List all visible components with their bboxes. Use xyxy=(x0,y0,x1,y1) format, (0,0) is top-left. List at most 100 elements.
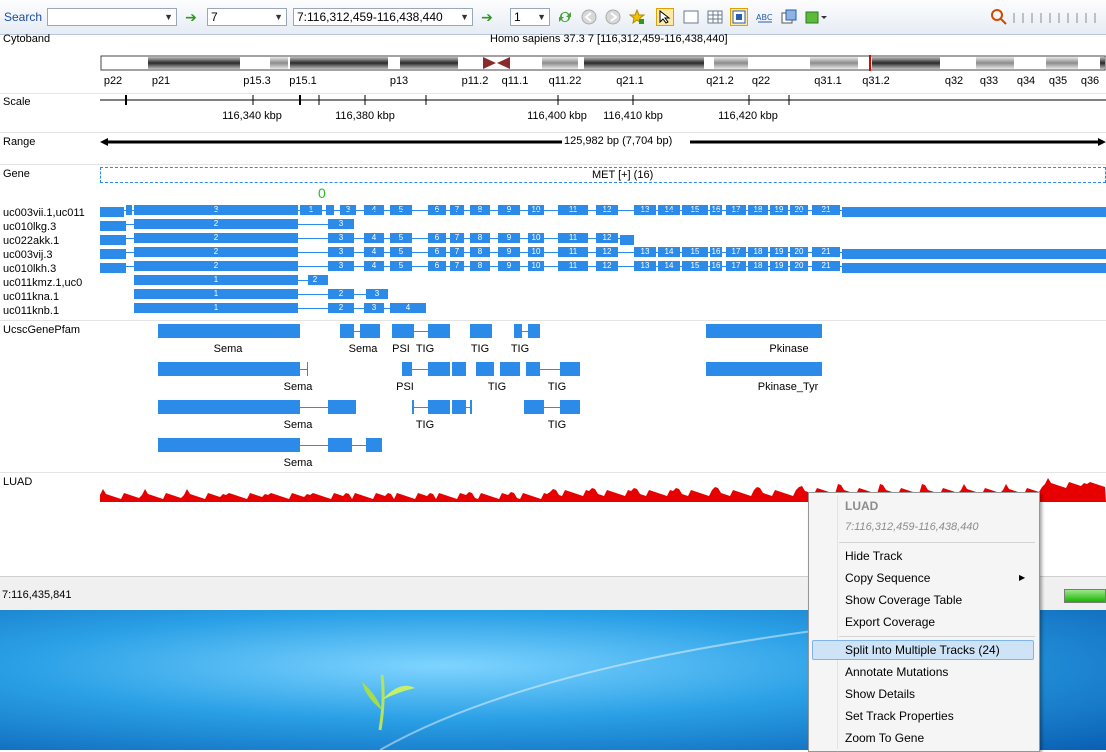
exon[interactable]: 3 xyxy=(328,233,354,243)
pfam-domain[interactable] xyxy=(328,400,356,414)
exon[interactable] xyxy=(842,263,1106,273)
exon[interactable]: 2 xyxy=(134,247,298,257)
exon[interactable]: 6 xyxy=(428,261,446,271)
pfam-domain[interactable] xyxy=(402,362,412,376)
exon[interactable]: 3 xyxy=(328,247,354,257)
menu-item-show-details[interactable]: Show Details xyxy=(845,687,915,701)
pfam-domain[interactable] xyxy=(706,324,724,338)
pfam-domain[interactable] xyxy=(724,362,822,376)
pfam-domain[interactable] xyxy=(526,362,540,376)
back-button[interactable] xyxy=(580,8,598,26)
menu-item-zoom-to-gene[interactable]: Zoom To Gene xyxy=(845,731,924,745)
exon[interactable]: 4 xyxy=(364,233,384,243)
menu-item-annotate-mutations[interactable]: Annotate Mutations xyxy=(845,665,948,679)
exon[interactable] xyxy=(322,275,328,285)
pfam-domain[interactable] xyxy=(428,362,450,376)
go-locus-button[interactable]: ➔ xyxy=(478,8,496,26)
pfam-domain[interactable] xyxy=(158,362,300,376)
exon[interactable]: 10 xyxy=(528,247,544,257)
exon[interactable]: 16 xyxy=(710,247,722,257)
exon[interactable] xyxy=(620,235,634,245)
chevron-down-icon[interactable]: ▼ xyxy=(460,9,469,25)
locus-combo[interactable]: 7:116,312,459-116,438,440 ▼ xyxy=(293,8,473,26)
pfam-domain[interactable] xyxy=(340,324,354,338)
pfam-track[interactable]: Sema Sema PSI TIG TIG TIG Pkinase Sema P… xyxy=(0,320,1106,472)
exon[interactable]: 20 xyxy=(790,247,808,257)
pfam-domain[interactable] xyxy=(560,400,580,414)
pfam-domain[interactable] xyxy=(158,438,300,452)
exon[interactable]: 13 xyxy=(634,247,656,257)
pfam-domain[interactable] xyxy=(307,362,308,376)
luad-track-label[interactable]: LUAD xyxy=(3,476,32,488)
exon[interactable]: 17 xyxy=(726,247,746,257)
add-favorite-button[interactable] xyxy=(628,8,646,26)
exon[interactable]: 11 xyxy=(558,233,588,243)
exon[interactable]: 21 xyxy=(812,247,840,257)
exon[interactable]: 4 xyxy=(390,303,426,313)
exon[interactable]: 18 xyxy=(748,247,768,257)
pfam-domain[interactable] xyxy=(158,324,300,338)
exon[interactable] xyxy=(100,263,126,273)
menu-item-set-track-properties[interactable]: Set Track Properties xyxy=(845,709,954,723)
exon[interactable]: 11 xyxy=(558,247,588,257)
exon[interactable]: 13 xyxy=(634,261,656,271)
menu-item-hide-track[interactable]: Hide Track xyxy=(845,549,902,563)
exon[interactable]: 19 xyxy=(770,247,788,257)
pfam-domain[interactable] xyxy=(724,324,822,338)
exon[interactable]: 8 xyxy=(470,233,490,243)
fit-view-button[interactable] xyxy=(730,8,748,26)
exon[interactable]: 11 xyxy=(558,261,588,271)
exon[interactable]: 21 xyxy=(812,261,840,271)
exon[interactable]: 2 xyxy=(328,289,354,299)
exon[interactable]: 3 xyxy=(364,303,384,313)
menu-item-copy-sequence[interactable]: Copy Sequence xyxy=(845,571,930,585)
exon[interactable]: 12 xyxy=(596,233,618,243)
pfam-domain[interactable] xyxy=(560,362,580,376)
exon[interactable]: 19 xyxy=(770,261,788,271)
exon[interactable]: 5 xyxy=(390,261,412,271)
cytoband-ideogram[interactable] xyxy=(100,55,1106,71)
exon[interactable]: 16 xyxy=(710,261,722,271)
pfam-domain[interactable] xyxy=(528,324,540,338)
exon[interactable]: 9 xyxy=(498,261,520,271)
exon[interactable]: 12 xyxy=(596,247,618,257)
exon[interactable]: 14 xyxy=(658,247,680,257)
exon[interactable]: 7 xyxy=(450,247,464,257)
exon[interactable]: 5 xyxy=(390,247,412,257)
exon[interactable]: 1 xyxy=(134,289,298,299)
export-button[interactable] xyxy=(780,8,798,26)
exon[interactable]: 10 xyxy=(528,233,544,243)
exon[interactable]: 8 xyxy=(470,261,490,271)
page-combo[interactable]: 1 ▼ xyxy=(510,8,550,26)
exon[interactable]: 5 xyxy=(390,233,412,243)
pfam-domain[interactable] xyxy=(360,324,380,338)
exon[interactable]: 1 xyxy=(134,275,298,285)
chevron-down-icon[interactable]: ▼ xyxy=(274,9,283,25)
exon[interactable]: 8 xyxy=(470,247,490,257)
exon[interactable]: 14 xyxy=(658,261,680,271)
chevron-down-icon[interactable]: ▼ xyxy=(537,9,546,25)
exon[interactable]: 15 xyxy=(682,261,708,271)
exon[interactable]: 2 xyxy=(328,303,354,313)
pfam-domain[interactable] xyxy=(470,400,472,414)
exon[interactable]: 12 xyxy=(596,261,618,271)
exon[interactable]: 4 xyxy=(364,247,384,257)
select-tool-button[interactable] xyxy=(656,8,674,26)
exon[interactable]: 6 xyxy=(428,233,446,243)
exon[interactable]: 9 xyxy=(498,247,520,257)
exon[interactable]: 4 xyxy=(364,261,384,271)
exon[interactable]: 7 xyxy=(450,261,464,271)
exon[interactable]: 18 xyxy=(748,261,768,271)
exon[interactable] xyxy=(100,249,126,259)
exon[interactable]: 20 xyxy=(790,261,808,271)
menu-item-show-coverage-table[interactable]: Show Coverage Table xyxy=(845,593,962,607)
exon[interactable]: 1 xyxy=(134,303,298,313)
refresh-button[interactable] xyxy=(556,8,574,26)
menu-item-export-coverage[interactable]: Export Coverage xyxy=(845,615,935,629)
exon[interactable]: 2 xyxy=(134,233,298,243)
spellcheck-button[interactable]: ABC xyxy=(756,8,774,26)
pfam-domain[interactable] xyxy=(428,324,450,338)
pfam-domain[interactable] xyxy=(328,438,352,452)
pfam-domain[interactable] xyxy=(514,324,522,338)
exon[interactable]: 9 xyxy=(498,233,520,243)
